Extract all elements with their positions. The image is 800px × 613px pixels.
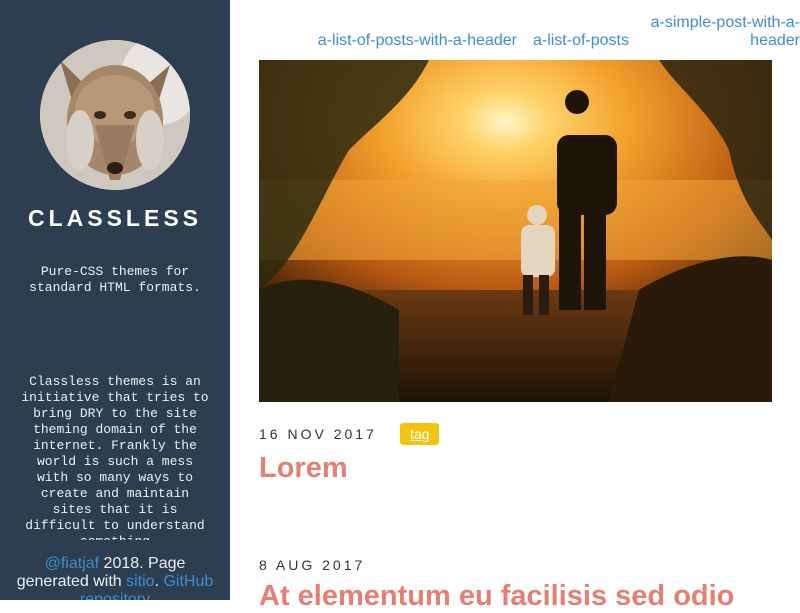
coyote-image	[40, 40, 190, 190]
post-title[interactable]: Lorem	[259, 452, 348, 485]
site-title: CLASSLESS	[27, 205, 203, 231]
post-tag[interactable]: tag	[400, 423, 440, 445]
post-hero-image[interactable]	[259, 60, 772, 402]
sidebar-footer: @fiatjaf 2018. Page generated with sitio…	[10, 555, 220, 600]
post-title[interactable]: At elementum eu facilisis sed odio	[259, 580, 734, 613]
nav-link-list-of-posts[interactable]: a-list-of-posts	[533, 32, 629, 50]
sidebar: CLASSLESS Pure-CSS themes for standard H…	[0, 0, 230, 600]
author-link[interactable]: @fiatjaf	[45, 555, 99, 572]
nav-link-list-of-posts-with-header[interactable]: a-list-of-posts-with-a-header	[318, 32, 517, 50]
generator-link[interactable]: sitio	[126, 573, 154, 590]
sunset-photo	[259, 60, 772, 402]
site-tagline: Pure-CSS themes for standard HTML format…	[29, 264, 201, 295]
site-description: Classless themes is an initiative that t…	[21, 374, 209, 540]
post-date: 8 AUG 2017	[259, 557, 366, 573]
post-date: 16 NOV 2017	[259, 426, 377, 442]
avatar[interactable]	[40, 40, 190, 190]
top-nav: a-list-of-posts-with-a-header a-list-of-p…	[260, 14, 800, 50]
nav-link-simple-post-with-header[interactable]: a-simple-post-with-a-header	[645, 14, 800, 50]
